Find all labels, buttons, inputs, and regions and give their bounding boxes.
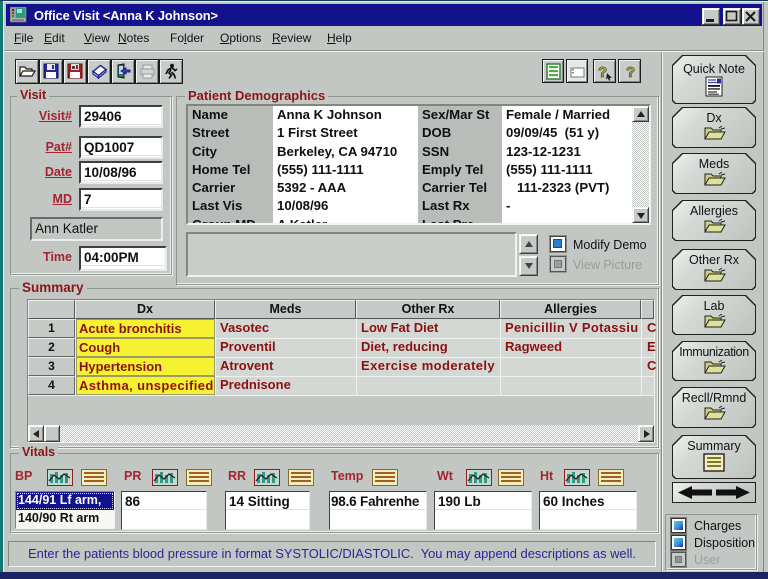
svg-text:?: ? (598, 64, 607, 81)
svg-text:?: ? (626, 64, 635, 81)
